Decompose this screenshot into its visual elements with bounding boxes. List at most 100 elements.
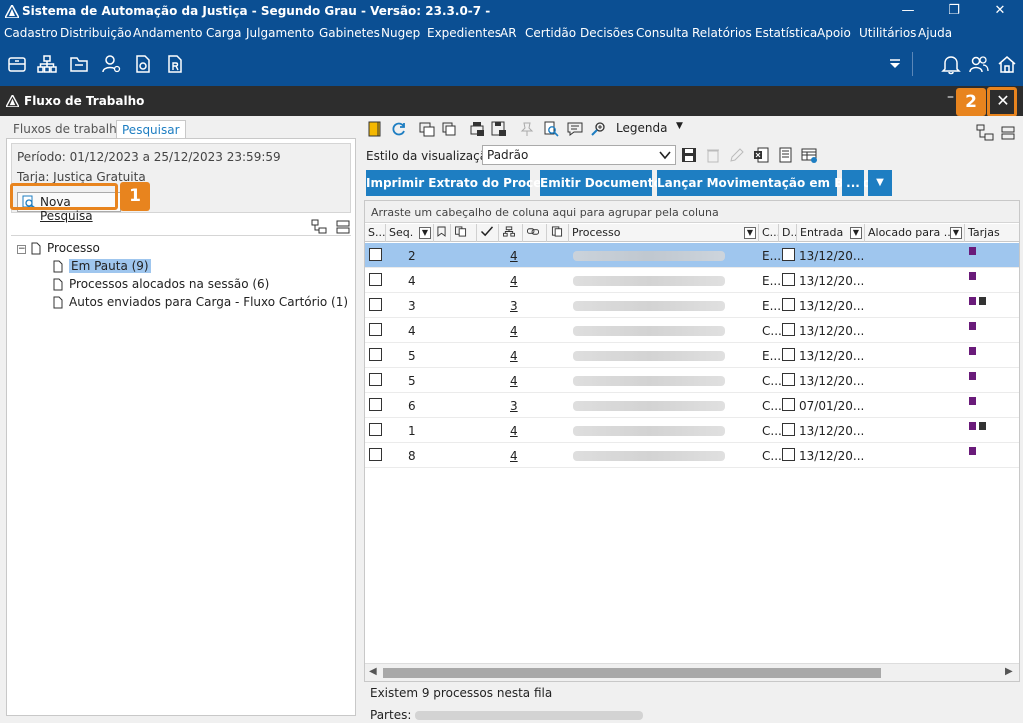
filter-down-icon[interactable] [884,53,906,75]
tree-collapse-icon[interactable] [335,219,351,235]
column-alocado[interactable]: Alocado para ... ▼ [865,224,965,242]
table-settings-icon[interactable] [800,146,818,164]
table-row[interactable]: 5 4 E... 13/12/20... [365,343,1019,368]
save-lock-icon[interactable] [490,120,508,138]
scroll-right-button[interactable]: ▶ [1005,666,1013,677]
column-seq-filter[interactable]: ▼ [419,227,431,239]
scroll-left-button[interactable]: ◀ [369,666,377,677]
menu-gabinetes[interactable]: Gabinetes [319,26,380,40]
menu-relatorios[interactable]: Relatórios [692,26,752,40]
tree-node-processos-alocados[interactable]: Processos alocados na sessão (6) [53,277,269,291]
menu-ar[interactable]: AR [500,26,517,40]
home-icon[interactable] [996,53,1018,75]
row-d-checkbox[interactable] [782,423,795,436]
row-count-link[interactable]: 4 [510,449,518,463]
export-excel-icon[interactable] [752,146,770,164]
tab-fluxos-de-trabalho[interactable]: Fluxos de trabalho [8,120,129,138]
table-row[interactable]: 8 4 C... 13/12/20... [365,443,1019,468]
column-processo[interactable]: Processo ▼ [569,224,759,242]
comment-icon[interactable] [566,120,584,138]
column-check[interactable] [477,224,499,242]
menu-distribuicao[interactable]: Distribuição [60,26,132,40]
row-count-link[interactable]: 3 [510,299,518,313]
menu-apoio[interactable]: Apoio [817,26,851,40]
imprimir-extrato-button[interactable]: Imprimir Extrato do Processo [366,170,564,196]
print-lock-icon[interactable] [468,120,486,138]
panel-minimize-button[interactable]: – [947,89,954,105]
column-bookmark[interactable] [434,224,451,242]
copy-icon[interactable] [440,120,458,138]
scroll-thumb[interactable] [383,668,881,678]
table-row[interactable]: 3 3 E... 13/12/20... [365,293,1019,318]
tree-collapse-icon[interactable] [1000,124,1018,142]
legenda-arrow[interactable]: ▼ [676,121,683,131]
estilo-select[interactable]: Padrão [482,145,676,165]
menu-expedientes[interactable]: Expedientes [427,26,501,40]
row-count-link[interactable]: 4 [510,374,518,388]
row-count-link[interactable]: 4 [510,249,518,263]
column-entrada[interactable]: Entrada ▼ [797,224,865,242]
save-icon[interactable] [680,146,698,164]
column-org[interactable] [499,224,523,242]
bell-icon[interactable] [940,53,962,75]
column-alocado-filter[interactable]: ▼ [950,227,962,239]
row-checkbox[interactable] [369,273,382,286]
menu-certidao[interactable]: Certidão [525,26,576,40]
window-select-icon[interactable] [418,120,436,138]
row-d-checkbox[interactable] [782,323,795,336]
tree-node-em-pauta[interactable]: Em Pauta (9) [53,259,151,273]
menu-andamento[interactable]: Andamento [133,26,203,40]
archive-icon[interactable] [6,53,28,75]
column-seq[interactable]: Seq. ▼ [386,224,434,242]
row-checkbox[interactable] [369,423,382,436]
folder-icon[interactable] [68,53,90,75]
menu-estatistica[interactable]: Estatística [755,26,817,40]
tree-node-autos-enviados[interactable]: Autos enviados para Carga - Fluxo Cartór… [53,295,348,309]
row-count-link[interactable]: 4 [510,424,518,438]
menu-decisoes[interactable]: Decisões [580,26,634,40]
column-tarjas[interactable]: Tarjas [965,224,1019,242]
row-count-link[interactable]: 4 [510,324,518,338]
row-d-checkbox[interactable] [782,298,795,311]
tree-toggle[interactable]: − [17,245,26,254]
search-doc-icon[interactable] [542,120,560,138]
more-actions-button[interactable]: ... [842,170,864,196]
emitir-documento-button[interactable]: Emitir Documento [540,170,662,196]
table-row[interactable]: 5 4 C... 13/12/20... [365,368,1019,393]
table-row[interactable]: 4 4 E... 13/12/20... [365,268,1019,293]
row-count-link[interactable]: 3 [510,399,518,413]
tree-expand-icon[interactable] [311,219,327,235]
row-checkbox[interactable] [369,298,382,311]
tab-pesquisar[interactable]: Pesquisar [116,120,186,138]
row-d-checkbox[interactable] [782,398,795,411]
window-close-button[interactable]: ✕ [977,0,1023,24]
row-d-checkbox[interactable] [782,348,795,361]
search-plus-icon[interactable] [590,120,608,138]
row-checkbox[interactable] [369,373,382,386]
panel-close-button[interactable]: ✕ [993,90,1013,112]
row-d-checkbox[interactable] [782,248,795,261]
column-copies[interactable] [451,224,477,242]
column-link[interactable] [523,224,547,242]
row-checkbox[interactable] [369,348,382,361]
restore-button[interactable]: ❐ [931,0,977,24]
bookmark-icon[interactable] [366,120,384,138]
menu-carga[interactable]: Carga [206,26,241,40]
tree-expand-icon[interactable] [976,124,994,142]
document-r-icon[interactable] [164,53,186,75]
row-checkbox[interactable] [369,398,382,411]
table-row[interactable]: 4 4 C... 13/12/20... [365,318,1019,343]
refresh-icon[interactable] [390,120,408,138]
table-row[interactable]: 1 4 C... 13/12/20... [365,418,1019,443]
row-checkbox[interactable] [369,248,382,261]
menu-cadastro[interactable]: Cadastro [4,26,58,40]
row-checkbox[interactable] [369,448,382,461]
column-processo-filter[interactable]: ▼ [744,227,756,239]
menu-utilitarios[interactable]: Utilitários [859,26,916,40]
row-d-checkbox[interactable] [782,448,795,461]
user-settings-icon[interactable] [100,53,122,75]
lancar-movimentacao-button[interactable]: Lançar Movimentação em Bloco [657,170,871,196]
menu-ajuda[interactable]: Ajuda [918,26,952,40]
row-count-link[interactable]: 4 [510,349,518,363]
column-doc[interactable] [547,224,569,242]
